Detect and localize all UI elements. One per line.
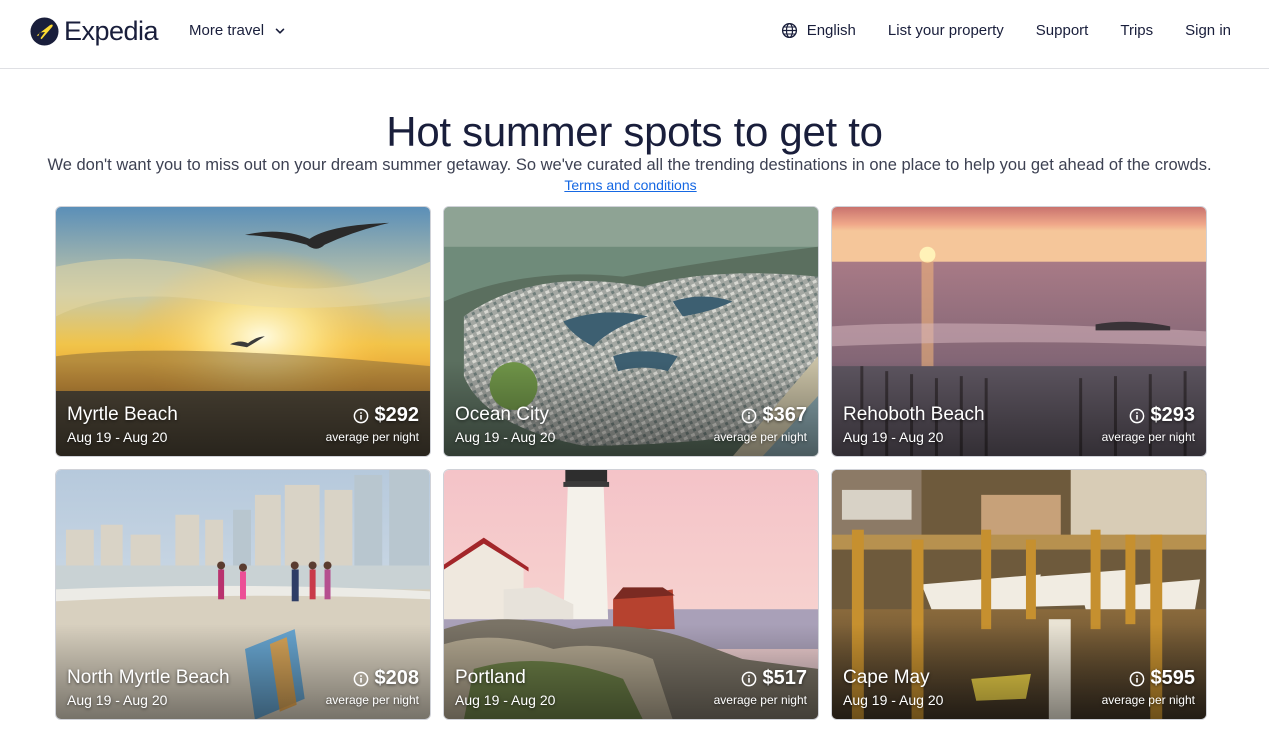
price-note: average per night <box>1101 693 1195 707</box>
list-property-link[interactable]: List your property <box>888 22 1004 39</box>
price-block: $367 <box>741 404 808 427</box>
destination-dates: Aug 19 - Aug 20 <box>67 692 168 708</box>
more-travel-menu[interactable]: More travel <box>189 22 286 39</box>
chevron-down-icon <box>275 28 285 34</box>
destination-price: $293 <box>1150 404 1196 426</box>
expedia-plane-icon <box>30 17 59 46</box>
destination-price: $595 <box>1150 667 1196 689</box>
info-icon[interactable] <box>353 671 369 687</box>
destination-name: Cape May <box>843 667 930 688</box>
price-note: average per night <box>325 430 419 444</box>
destination-dates: Aug 19 - Aug 20 <box>455 692 556 708</box>
destination-card-north-myrtle-beach[interactable]: North Myrtle Beach Aug 19 - Aug 20 $208 … <box>55 469 431 720</box>
trips-link[interactable]: Trips <box>1120 22 1153 39</box>
terms-wrapper: Terms and conditions <box>0 177 1261 193</box>
destination-card-cape-may[interactable]: Cape May Aug 19 - Aug 20 $595 average pe… <box>831 469 1207 720</box>
info-icon[interactable] <box>741 408 757 424</box>
destination-price: $208 <box>374 667 420 689</box>
destination-dates: Aug 19 - Aug 20 <box>67 429 168 445</box>
price-block: $595 <box>1129 667 1196 690</box>
page-subtitle: We don't want you to miss out on your dr… <box>47 156 1212 174</box>
price-note: average per night <box>713 430 807 444</box>
sign-in-link[interactable]: Sign in <box>1185 22 1231 39</box>
price-block: $292 <box>353 404 420 427</box>
destination-card-rehoboth-beach[interactable]: Rehoboth Beach Aug 19 - Aug 20 $293 aver… <box>831 206 1207 457</box>
expedia-logo[interactable]: Expedia <box>30 16 159 47</box>
language-selector[interactable]: English <box>781 22 856 39</box>
price-block: $293 <box>1129 404 1196 427</box>
info-icon[interactable] <box>353 408 369 424</box>
page-title: Hot summer spots to get to <box>386 108 883 155</box>
destination-price: $367 <box>762 404 808 426</box>
destination-price: $292 <box>374 404 420 426</box>
destinations-grid: Myrtle Beach Aug 19 - Aug 20 $292 averag… <box>55 206 1207 720</box>
destination-name: Myrtle Beach <box>67 404 178 425</box>
price-note: average per night <box>1101 430 1195 444</box>
language-label: English <box>806 22 856 39</box>
info-icon[interactable] <box>1129 671 1145 687</box>
site-header: Expedia More travel English List your pr… <box>0 0 1269 69</box>
terms-link[interactable]: Terms and conditions <box>564 177 696 193</box>
price-note: average per night <box>713 693 807 707</box>
globe-icon <box>781 22 797 39</box>
support-link[interactable]: Support <box>1036 22 1089 39</box>
destination-price: $517 <box>762 667 808 689</box>
info-icon[interactable] <box>1129 408 1145 424</box>
header-nav: English List your property Support Trips… <box>781 22 1231 39</box>
destination-dates: Aug 19 - Aug 20 <box>843 692 944 708</box>
price-block: $208 <box>353 667 420 690</box>
destination-dates: Aug 19 - Aug 20 <box>455 429 556 445</box>
price-block: $517 <box>741 667 808 690</box>
info-icon[interactable] <box>741 671 757 687</box>
destination-name: North Myrtle Beach <box>67 667 230 688</box>
price-note: average per night <box>325 693 419 707</box>
destination-card-ocean-city[interactable]: Ocean City Aug 19 - Aug 20 $367 average … <box>443 206 819 457</box>
brand-name: Expedia <box>64 16 159 46</box>
destination-name: Ocean City <box>455 404 549 425</box>
destination-card-portland[interactable]: Portland Aug 19 - Aug 20 $517 average pe… <box>443 469 819 720</box>
more-travel-label: More travel <box>189 22 265 39</box>
destination-card-myrtle-beach[interactable]: Myrtle Beach Aug 19 - Aug 20 $292 averag… <box>55 206 431 457</box>
destination-name: Rehoboth Beach <box>843 404 985 425</box>
destination-dates: Aug 19 - Aug 20 <box>843 429 944 445</box>
destination-name: Portland <box>455 667 526 688</box>
